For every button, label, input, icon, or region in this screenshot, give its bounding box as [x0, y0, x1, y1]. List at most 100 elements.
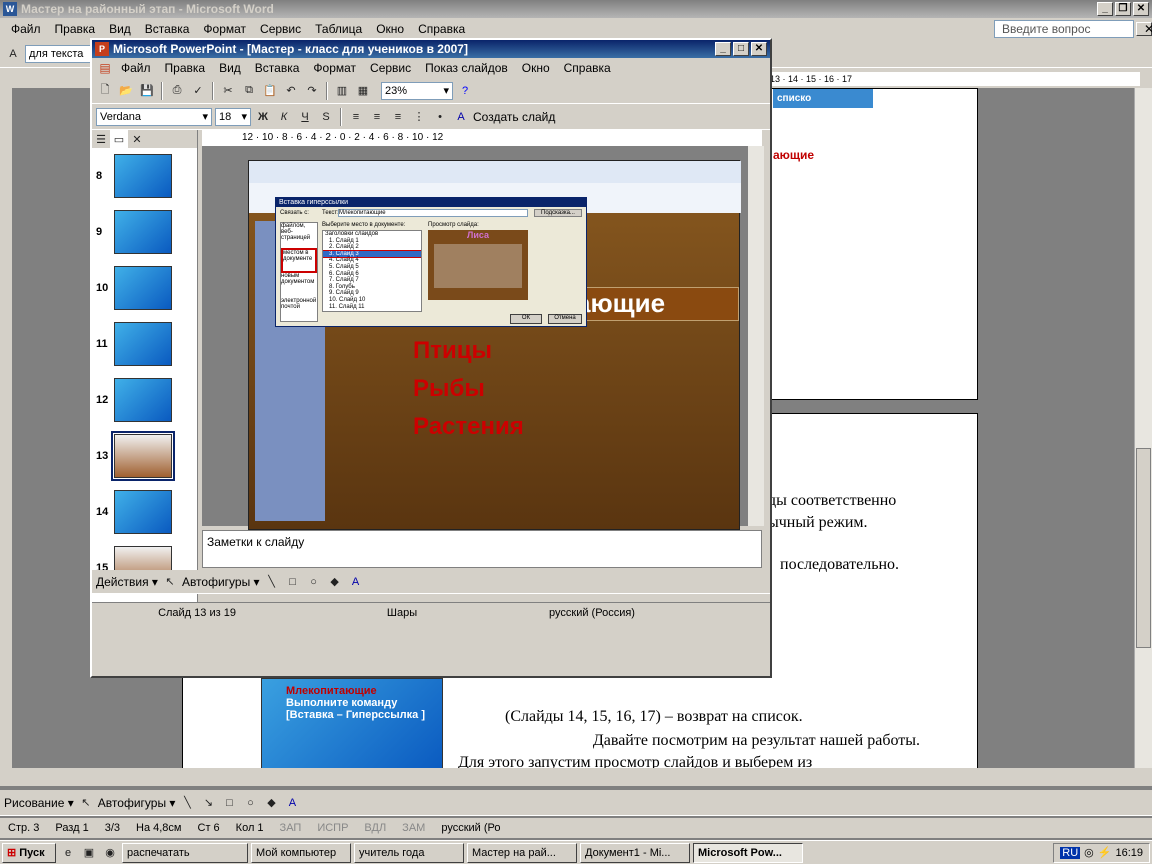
- restore-button[interactable]: ❐: [1115, 2, 1131, 16]
- rectangle-icon[interactable]: □: [220, 794, 238, 812]
- fill-color-icon[interactable]: ◆: [262, 794, 280, 812]
- arrow-icon[interactable]: ↘: [199, 794, 217, 812]
- bullets-icon[interactable]: •: [431, 108, 449, 126]
- link-option[interactable]: файлом, веб-страницей: [281, 223, 317, 248]
- slide-thumbnail[interactable]: 9: [92, 204, 197, 260]
- ok-button[interactable]: ОК: [510, 314, 542, 324]
- slide-thumbnail[interactable]: 10: [92, 260, 197, 316]
- menu-view[interactable]: Вид: [102, 22, 138, 36]
- slide-list-item[interactable]: 10. Слайд 10: [323, 297, 421, 304]
- slide-thumbnail[interactable]: 11: [92, 316, 197, 372]
- slide-list-item[interactable]: 4. Слайд 4: [323, 257, 421, 264]
- new-icon[interactable]: 🗋: [96, 82, 114, 100]
- help-icon[interactable]: ?: [456, 82, 474, 100]
- menu-insert[interactable]: Вставка: [138, 22, 197, 36]
- ppt-maximize-button[interactable]: □: [733, 42, 749, 56]
- link-option[interactable]: электронной почтой: [281, 298, 317, 323]
- quicklaunch-media-icon[interactable]: ◉: [101, 844, 119, 862]
- ppt-menu-help[interactable]: Справка: [557, 61, 618, 75]
- spelling-icon[interactable]: ✓: [189, 82, 207, 100]
- help-question-input[interactable]: Введите вопрос: [994, 20, 1134, 38]
- ppt-menu-tools[interactable]: Сервис: [363, 61, 418, 75]
- taskbar-item-active[interactable]: Microsoft Pow...: [693, 842, 803, 863]
- align-right-icon[interactable]: ≡: [389, 108, 407, 126]
- undo-icon[interactable]: ↶: [282, 82, 300, 100]
- slide-list-item[interactable]: 11. Слайд 11: [323, 304, 421, 311]
- chart-icon[interactable]: ▥: [333, 82, 351, 100]
- ppt-menu-file[interactable]: Файл: [114, 61, 158, 75]
- line-icon[interactable]: ╲: [178, 794, 196, 812]
- ppt-close-button[interactable]: ✕: [751, 42, 767, 56]
- ppt-menu-window[interactable]: Окно: [515, 61, 557, 75]
- actions-menu[interactable]: Действия ▾: [96, 575, 158, 589]
- bold-icon[interactable]: Ж: [254, 108, 272, 126]
- menu-window[interactable]: Окно: [369, 22, 411, 36]
- oval-icon[interactable]: ○: [305, 573, 323, 591]
- ppt-menu-view[interactable]: Вид: [212, 61, 248, 75]
- save-icon[interactable]: 💾: [138, 82, 156, 100]
- slides-tab-icon[interactable]: ▭: [110, 130, 128, 148]
- line-icon[interactable]: ╲: [263, 573, 281, 591]
- slide-list-item[interactable]: Заголовки слайдов: [323, 231, 421, 238]
- word-vertical-scrollbar[interactable]: [1134, 88, 1152, 768]
- ppt-vscroll[interactable]: [748, 146, 764, 526]
- new-slide-button[interactable]: Создать слайд: [473, 110, 555, 124]
- align-center-icon[interactable]: ≡: [368, 108, 386, 126]
- slide-list[interactable]: Заголовки слайдов 1. Слайд 1 2. Слайд 2 3. …: [322, 230, 422, 312]
- notes-pane[interactable]: Заметки к слайду: [202, 530, 762, 568]
- fill-color-icon[interactable]: ◆: [326, 573, 344, 591]
- scroll-thumb[interactable]: [1136, 448, 1151, 648]
- ppt-menu-format[interactable]: Формат: [306, 61, 363, 75]
- ppt-menu-insert[interactable]: Вставка: [248, 61, 307, 75]
- quicklaunch-desktop-icon[interactable]: ▣: [80, 844, 98, 862]
- outline-tab-icon[interactable]: ☰: [92, 130, 110, 148]
- ppt-minimize-button[interactable]: _: [715, 42, 731, 56]
- link-option-selected[interactable]: местом в документе: [281, 248, 317, 273]
- menu-format[interactable]: Формат: [196, 22, 253, 36]
- font-select[interactable]: Verdana ▾: [96, 107, 212, 126]
- menu-file[interactable]: Файл: [4, 22, 48, 36]
- rectangle-icon[interactable]: □: [284, 573, 302, 591]
- ppt-menu-slideshow[interactable]: Показ слайдов: [418, 61, 515, 75]
- shadow-icon[interactable]: S: [317, 108, 335, 126]
- taskbar-item[interactable]: учитель года: [354, 842, 464, 863]
- font-color-icon[interactable]: A: [452, 108, 470, 126]
- taskbar-item[interactable]: Мастер на рай...: [467, 842, 577, 863]
- current-slide[interactable]: ающие Птицы Рыбы Растения Вставка гиперс…: [248, 160, 741, 530]
- taskbar-item[interactable]: Документ1 - Mi...: [580, 842, 690, 863]
- tray-icon[interactable]: ◎: [1084, 846, 1094, 859]
- styles-icon[interactable]: A: [4, 45, 22, 63]
- print-icon[interactable]: ⎙: [168, 82, 186, 100]
- doc-close-button[interactable]: ✕: [1136, 22, 1152, 36]
- start-button[interactable]: ⊞ Пуск: [2, 842, 56, 863]
- slide-list-item[interactable]: 2. Слайд 2: [323, 244, 421, 251]
- slide-list-item[interactable]: 7. Слайд 7: [323, 277, 421, 284]
- paste-icon[interactable]: 📋: [261, 82, 279, 100]
- cancel-button[interactable]: Отмена: [548, 314, 582, 324]
- font-color-icon[interactable]: A: [283, 794, 301, 812]
- menu-edit[interactable]: Правка: [48, 22, 103, 36]
- oval-icon[interactable]: ○: [241, 794, 259, 812]
- link-option[interactable]: новым документом: [281, 273, 317, 298]
- dialog-text-input[interactable]: Млекопитающие: [338, 209, 528, 217]
- menu-help[interactable]: Справка: [411, 22, 472, 36]
- open-icon[interactable]: 📂: [117, 82, 135, 100]
- slide-list-item[interactable]: 5. Слайд 5: [323, 264, 421, 271]
- drawing-menu[interactable]: Рисование ▾: [4, 796, 74, 810]
- align-left-icon[interactable]: ≡: [347, 108, 365, 126]
- slide-thumbnail[interactable]: 8: [92, 148, 197, 204]
- numbering-icon[interactable]: ⋮: [410, 108, 428, 126]
- redo-icon[interactable]: ↷: [303, 82, 321, 100]
- cut-icon[interactable]: ✂: [219, 82, 237, 100]
- slide-thumbnail[interactable]: 14: [92, 484, 197, 540]
- taskbar-item[interactable]: Мой компьютер: [251, 842, 351, 863]
- autoshapes-menu[interactable]: Автофигуры ▾: [98, 796, 176, 810]
- menu-tools[interactable]: Сервис: [253, 22, 308, 36]
- slide-list-item[interactable]: 9. Слайд 9: [323, 290, 421, 297]
- underline-icon[interactable]: Ч: [296, 108, 314, 126]
- select-arrow-icon[interactable]: ↖: [77, 794, 95, 812]
- menu-table[interactable]: Таблица: [308, 22, 369, 36]
- ppt-menu-edit[interactable]: Правка: [158, 61, 213, 75]
- slide-thumbnail[interactable]: 12: [92, 372, 197, 428]
- close-button[interactable]: ✕: [1133, 2, 1149, 16]
